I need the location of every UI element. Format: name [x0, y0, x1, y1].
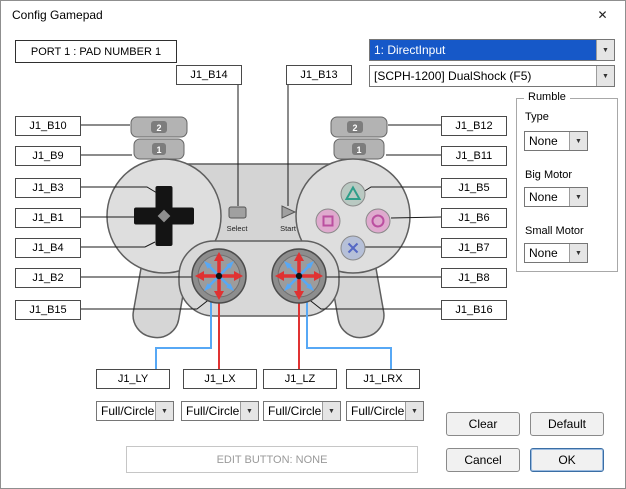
label-j1-b15[interactable]: J1_B15 — [15, 300, 81, 320]
ok-button[interactable]: OK — [530, 448, 604, 472]
big-motor-label: Big Motor — [525, 169, 573, 181]
right-analog-stick — [270, 247, 328, 305]
square-button — [315, 208, 341, 234]
axis-mode-value: Full/Circle — [186, 404, 240, 418]
axis-mode-value: Full/Circle — [268, 404, 322, 418]
dropdown-arrow-icon[interactable]: ▼ — [569, 188, 587, 206]
big-motor-value: None — [529, 190, 558, 204]
label-j1-b6[interactable]: J1_B6 — [441, 208, 507, 228]
axis-mode-value: Full/Circle — [351, 404, 405, 418]
left-shoulder-buttons: 2 1 — [130, 116, 188, 160]
axis-mode-select-lrx[interactable]: Full/Circle ▼ — [346, 401, 424, 421]
label-j1-b9[interactable]: J1_B9 — [15, 146, 81, 166]
label-j1-lx[interactable]: J1_LX — [183, 369, 257, 389]
dropdown-arrow-icon[interactable]: ▼ — [240, 402, 258, 420]
dropdown-arrow-icon[interactable]: ▼ — [596, 66, 614, 86]
start-label: Start — [280, 224, 297, 233]
api-select[interactable]: 1: DirectInput ▼ — [369, 39, 615, 61]
l1-label: 1 — [156, 145, 161, 155]
l2-label: 2 — [156, 123, 161, 133]
dropdown-arrow-icon[interactable]: ▼ — [596, 40, 614, 60]
big-motor-select[interactable]: None ▼ — [524, 187, 588, 207]
label-j1-b5[interactable]: J1_B5 — [441, 178, 507, 198]
config-gamepad-dialog: Config Gamepad ✕ 2 1 2 1 Select Start PO… — [0, 0, 626, 489]
cancel-button[interactable]: Cancel — [446, 448, 520, 472]
left-analog-stick — [190, 247, 248, 305]
rumble-title: Rumble — [524, 91, 570, 103]
rumble-type-value: None — [529, 134, 558, 148]
dropdown-arrow-icon[interactable]: ▼ — [322, 402, 340, 420]
rumble-type-select[interactable]: None ▼ — [524, 131, 588, 151]
label-j1-b8[interactable]: J1_B8 — [441, 268, 507, 288]
label-j1-b16[interactable]: J1_B16 — [441, 300, 507, 320]
axis-mode-select-lz[interactable]: Full/Circle ▼ — [263, 401, 341, 421]
circle-button — [365, 208, 391, 234]
label-j1-b13[interactable]: J1_B13 — [286, 65, 352, 85]
dropdown-arrow-icon[interactable]: ▼ — [569, 244, 587, 262]
select-label: Select — [227, 224, 249, 233]
r1-label: 1 — [356, 145, 361, 155]
label-j1-ly[interactable]: J1_LY — [96, 369, 170, 389]
clear-button[interactable]: Clear — [446, 412, 520, 436]
right-shoulder-buttons: 2 1 — [330, 116, 388, 160]
label-j1-b10[interactable]: J1_B10 — [15, 116, 81, 136]
rumble-type-label: Type — [525, 111, 549, 123]
axis-mode-value: Full/Circle — [101, 404, 155, 418]
rumble-group: Rumble Type None ▼ Big Motor None ▼ Smal… — [516, 91, 618, 272]
triangle-button — [340, 181, 366, 207]
dropdown-arrow-icon[interactable]: ▼ — [155, 402, 173, 420]
label-j1-b14[interactable]: J1_B14 — [176, 65, 242, 85]
small-motor-select[interactable]: None ▼ — [524, 243, 588, 263]
label-j1-b1[interactable]: J1_B1 — [15, 208, 81, 228]
default-button[interactable]: Default — [530, 412, 604, 436]
api-select-value: 1: DirectInput — [370, 40, 596, 60]
axis-mode-select-lx[interactable]: Full/Circle ▼ — [181, 401, 259, 421]
dropdown-arrow-icon[interactable]: ▼ — [569, 132, 587, 150]
label-j1-b3[interactable]: J1_B3 — [15, 178, 81, 198]
label-j1-b7[interactable]: J1_B7 — [441, 238, 507, 258]
small-motor-label: Small Motor — [525, 225, 584, 237]
axis-mode-select-ly[interactable]: Full/Circle ▼ — [96, 401, 174, 421]
cross-button — [340, 235, 366, 261]
label-j1-b4[interactable]: J1_B4 — [15, 238, 81, 258]
dropdown-arrow-icon[interactable]: ▼ — [405, 402, 423, 420]
device-select[interactable]: [SCPH-1200] DualShock (F5) ▼ — [369, 65, 615, 87]
label-j1-b2[interactable]: J1_B2 — [15, 268, 81, 288]
label-j1-lrx[interactable]: J1_LRX — [346, 369, 420, 389]
label-j1-b11[interactable]: J1_B11 — [441, 146, 507, 166]
device-select-value: [SCPH-1200] DualShock (F5) — [374, 69, 532, 83]
small-motor-value: None — [529, 246, 558, 260]
r2-label: 2 — [352, 123, 357, 133]
port-label: PORT 1 : PAD NUMBER 1 — [15, 40, 177, 63]
label-j1-b12[interactable]: J1_B12 — [441, 116, 507, 136]
label-j1-lz[interactable]: J1_LZ — [263, 369, 337, 389]
edit-button-status: EDIT BUTTON: NONE — [126, 446, 418, 473]
